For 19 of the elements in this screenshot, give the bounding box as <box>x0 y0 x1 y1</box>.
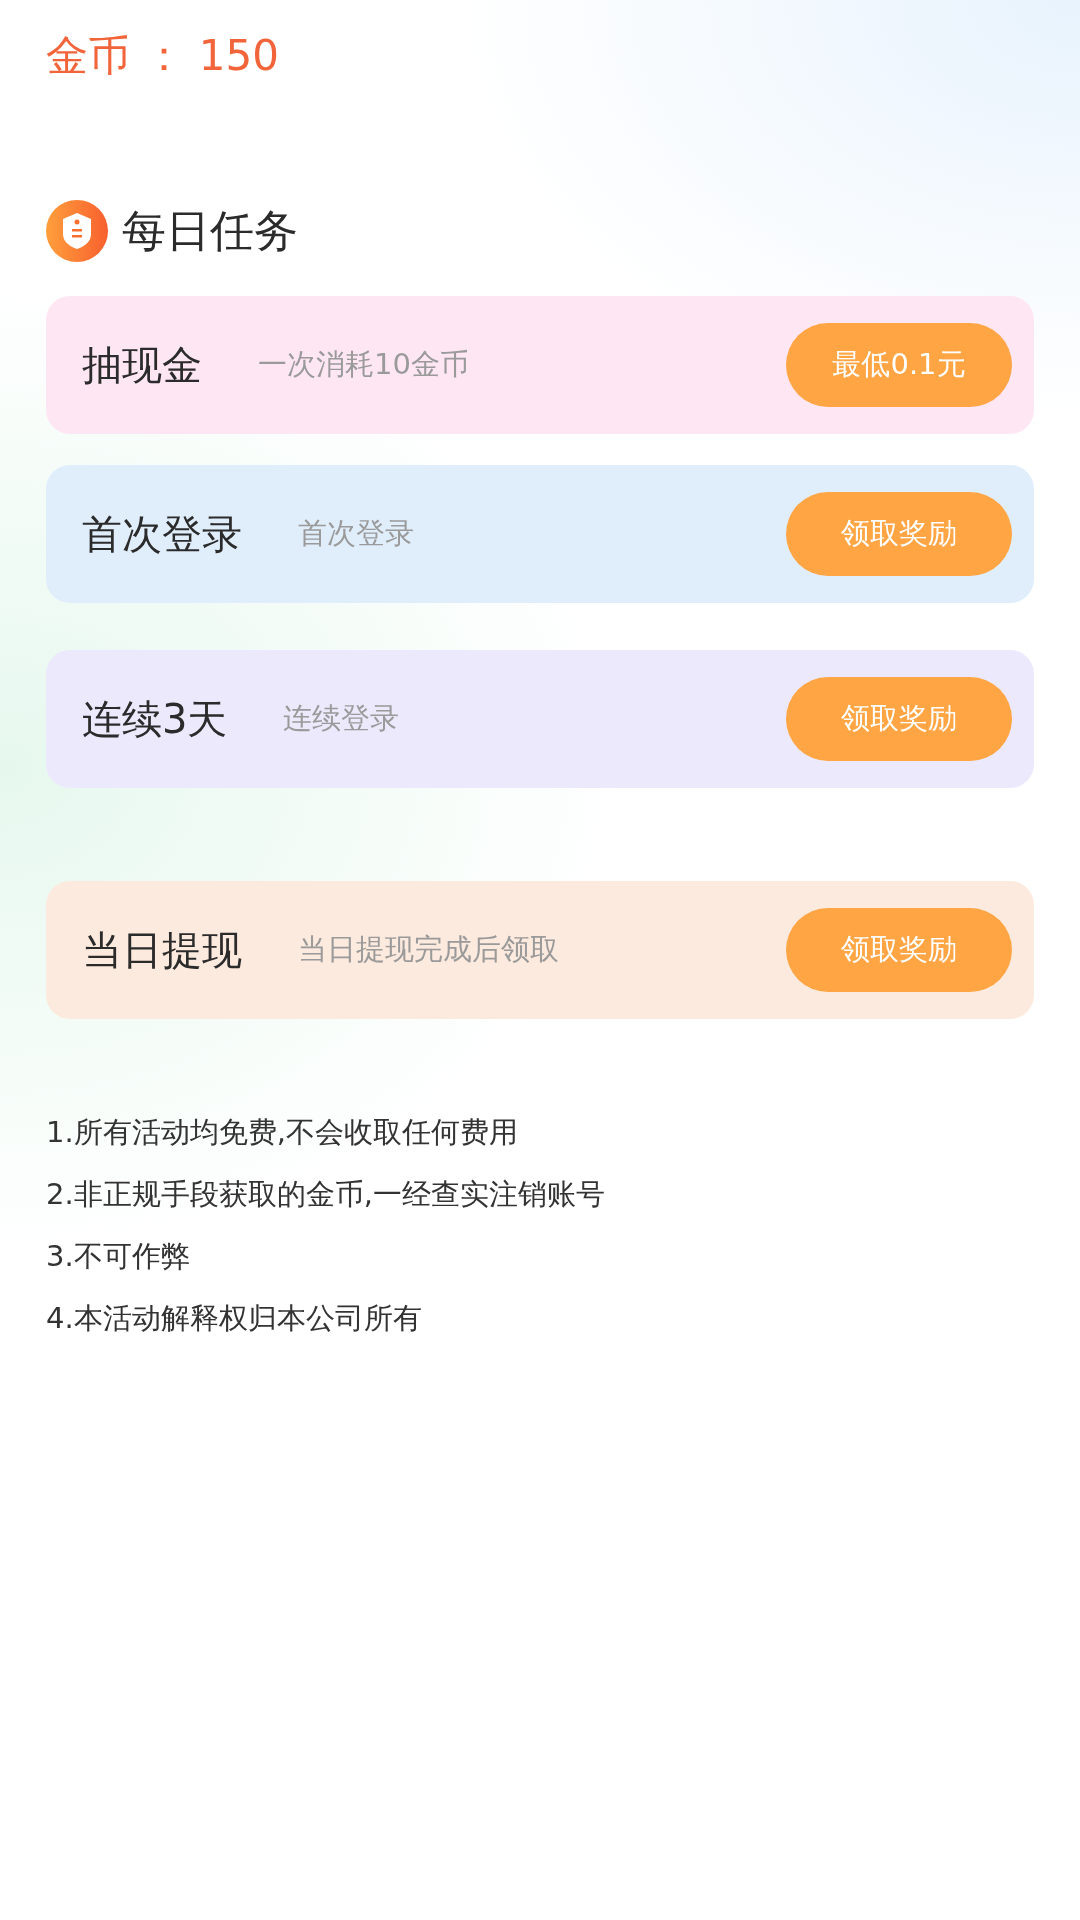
task-description: 连续登录 <box>283 700 401 737</box>
rule-text: 4.本活动解释权归本公司所有 <box>46 1300 423 1337</box>
task-title: 连续3天 <box>82 694 228 744</box>
coin-balance: 金币 ： 150 <box>46 30 280 82</box>
reward-button[interactable]: 最低0.1元 <box>786 323 1012 407</box>
reward-button[interactable]: 领取奖励 <box>786 677 1012 761</box>
task-description: 当日提现完成后领取 <box>298 931 560 968</box>
reward-button[interactable]: 领取奖励 <box>786 908 1012 992</box>
rule-text: 1.所有活动均免费,不会收取任何费用 <box>46 1114 519 1151</box>
task-description: 首次登录 <box>298 515 415 552</box>
task-title: 抽现金 <box>82 340 202 390</box>
rule-text: 3.不可作弊 <box>46 1238 191 1275</box>
task-title: 当日提现 <box>82 925 242 975</box>
section-title: 每日任务 <box>122 203 298 258</box>
shield-badge-icon <box>46 200 108 262</box>
task-title: 首次登录 <box>82 509 242 559</box>
task-description: 一次消耗10金币 <box>258 346 470 383</box>
rule-text: 2.非正规手段获取的金币,一经查实注销账号 <box>46 1176 606 1213</box>
reward-button[interactable]: 领取奖励 <box>786 492 1012 576</box>
